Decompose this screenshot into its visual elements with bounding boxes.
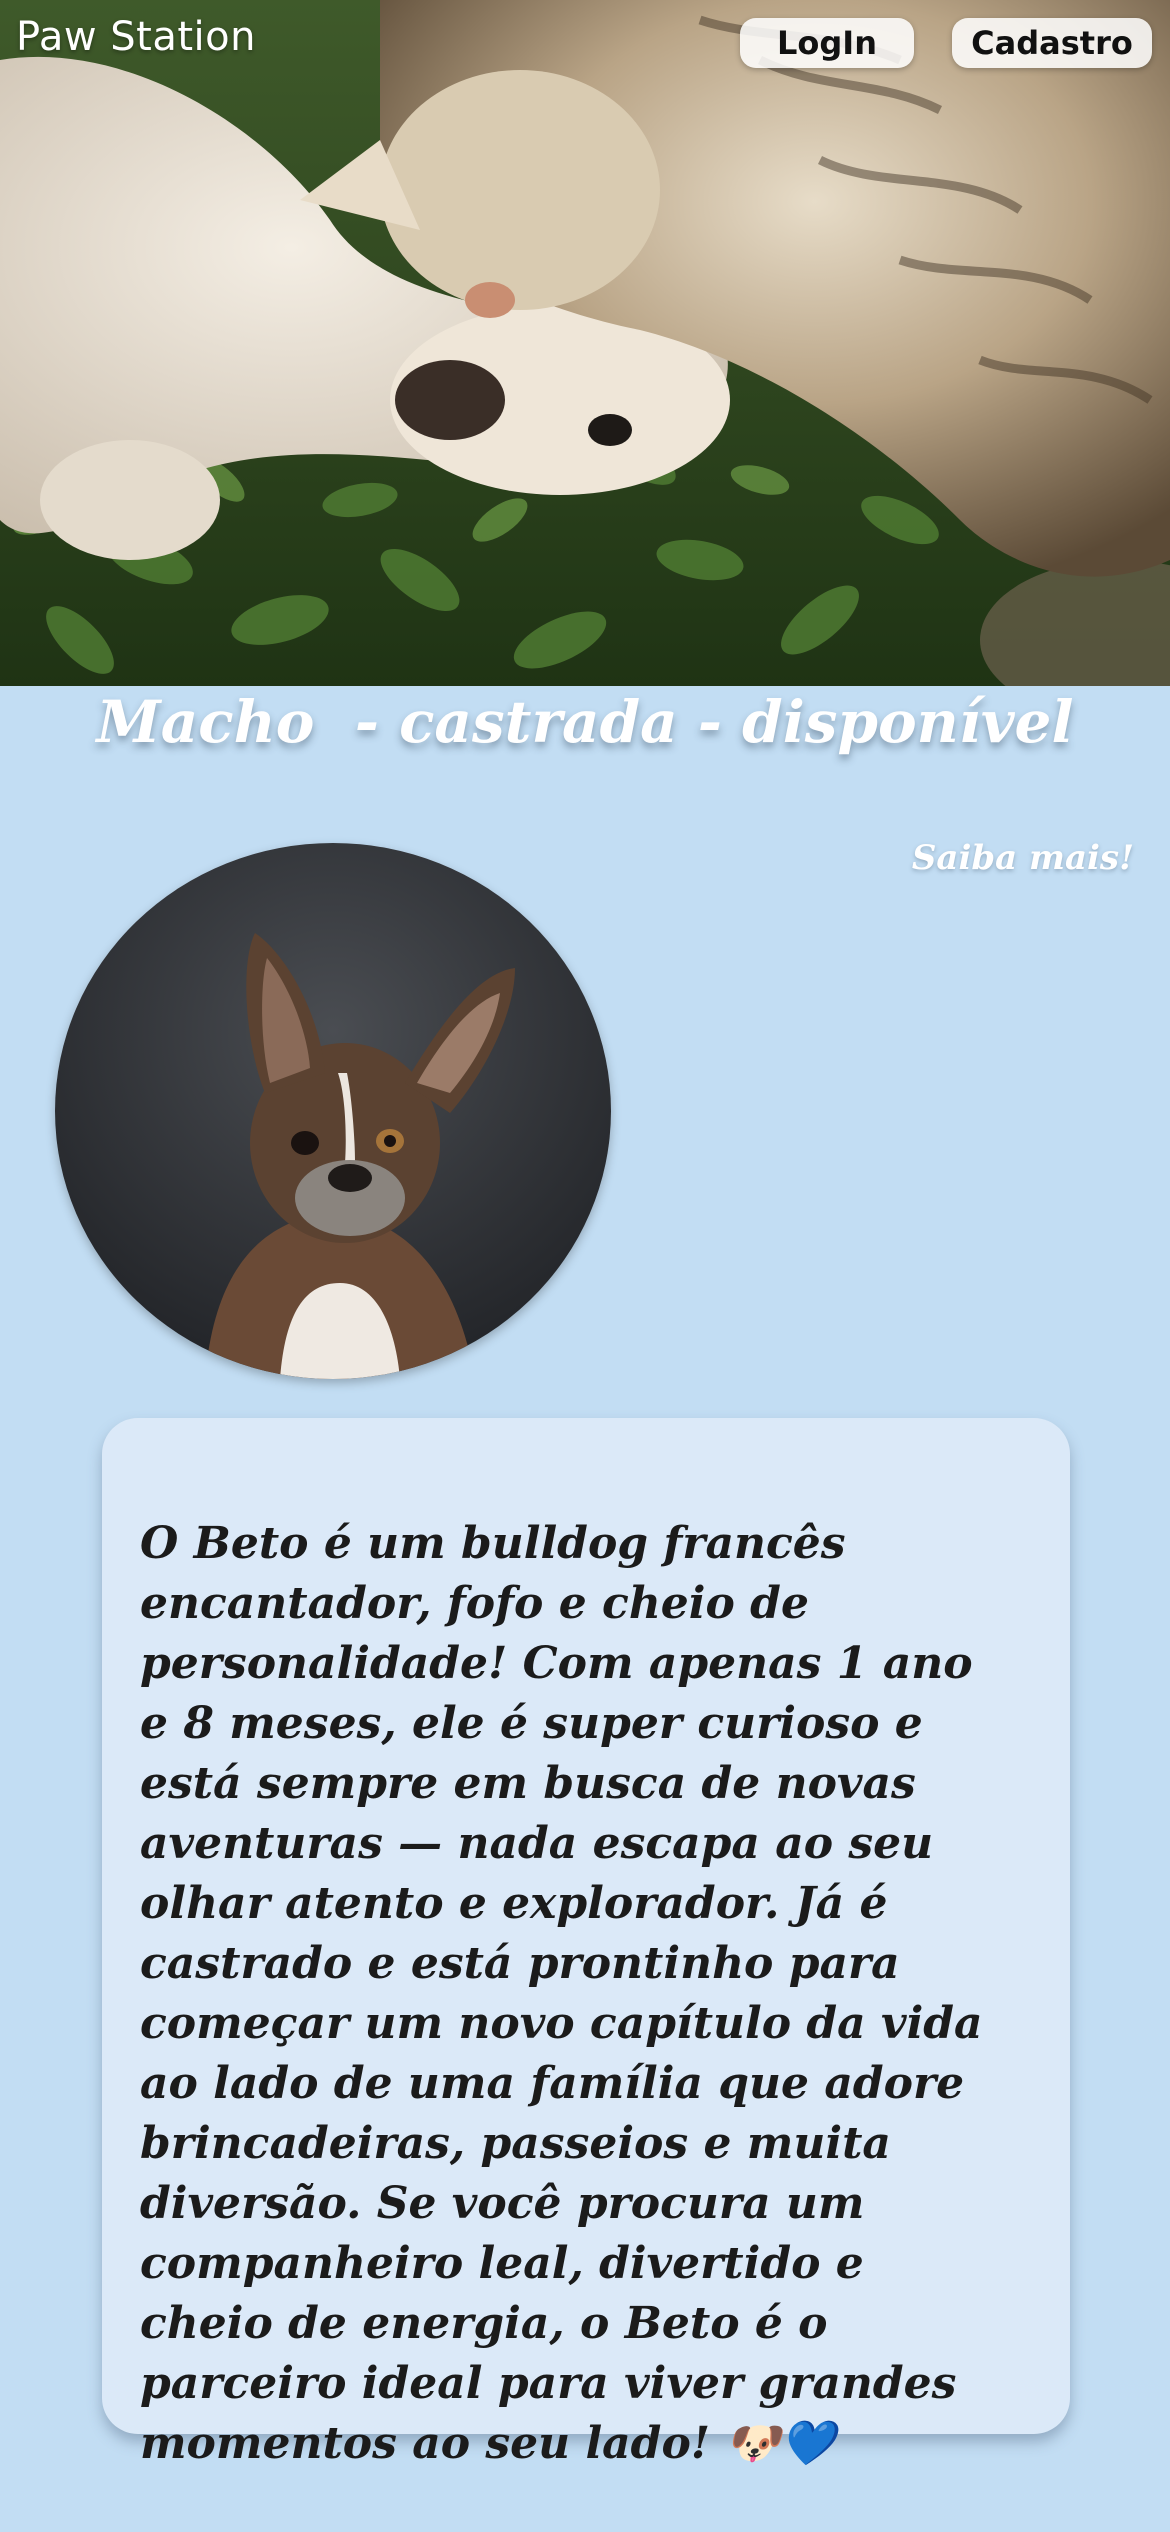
- pet-photo: [55, 843, 611, 1379]
- pet-description-text: O Beto é um bulldog francês encantador, …: [140, 1518, 983, 2469]
- pet-description-card: O Beto é um bulldog francês encantador, …: [102, 1418, 1070, 2469]
- hero-banner: Paw Station LogIn Cadastro: [0, 0, 1170, 686]
- cadastro-button[interactable]: Cadastro: [952, 18, 1152, 68]
- french-bulldog-photo: [55, 843, 611, 1379]
- login-button[interactable]: LogIn: [740, 18, 914, 68]
- brand-logo[interactable]: Paw Station: [16, 14, 256, 60]
- pet-status-heading: Macho - castrada - disponível: [96, 688, 1074, 756]
- saiba-mais-link[interactable]: Saiba mais!: [912, 838, 1134, 878]
- hero-photo-cat-and-dog: [0, 0, 1170, 686]
